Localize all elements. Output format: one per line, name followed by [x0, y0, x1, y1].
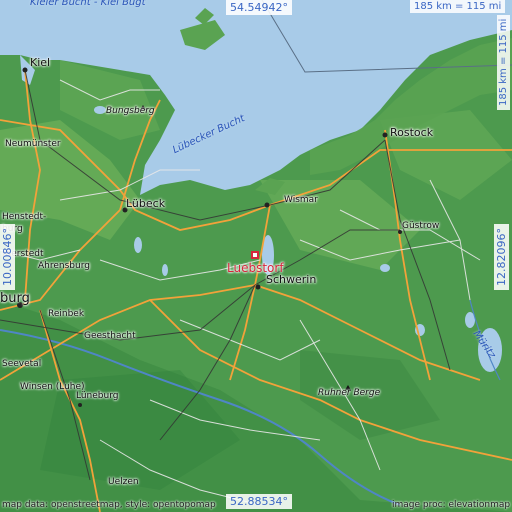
- elevation-map[interactable]: Kieler Bucht - Kiel Bugt Lübecker Bucht …: [0, 0, 512, 512]
- coord-top: 54.54942°: [226, 0, 292, 15]
- place-hamburg: burg: [0, 291, 30, 306]
- water-label-kieler-bucht: Kieler Bucht - Kiel Bugt: [30, 0, 146, 8]
- location-marker-icon[interactable]: [251, 251, 259, 259]
- place-geesthacht: Geesthacht: [84, 331, 136, 341]
- place-seevetal: Seevetal: [2, 359, 42, 369]
- place-henstedt: Henstedt-: [2, 212, 47, 222]
- place-neumuenster: Neumünster: [5, 139, 61, 149]
- place-ruhner-berge: Ruhner Berge: [318, 388, 381, 398]
- place-wismar: Wismar: [284, 195, 318, 205]
- scale-vertical: 185 km = 115 mi: [497, 14, 510, 110]
- coord-right: 12.82096°: [494, 224, 509, 290]
- marker-label: Luebstorf: [227, 261, 284, 275]
- place-winsen: Winsen (Luhe): [20, 382, 85, 392]
- scale-horizontal: 185 km = 115 mi: [410, 0, 506, 13]
- coord-left: 10.00846°: [0, 224, 15, 290]
- place-lueneburg: Lüneburg: [76, 391, 119, 401]
- attribution-left: map data: openstreetmap, style: opentopo…: [2, 500, 216, 510]
- place-bungsberg: Bungsberg: [106, 106, 155, 116]
- place-rostock: Rostock: [390, 126, 434, 139]
- place-guestrow: Güstrow: [402, 221, 440, 231]
- place-uelzen: Uelzen: [108, 477, 139, 487]
- place-kiel: Kiel: [30, 56, 51, 69]
- place-luebeck: Lübeck: [126, 197, 166, 210]
- place-schwerin: Schwerin: [266, 273, 317, 286]
- place-ahrensburg: Ahrensburg: [38, 261, 90, 271]
- coord-bottom: 52.88534°: [226, 494, 292, 509]
- attribution-right: image proc: elevationmap: [392, 500, 511, 510]
- place-reinbek: Reinbek: [48, 309, 85, 319]
